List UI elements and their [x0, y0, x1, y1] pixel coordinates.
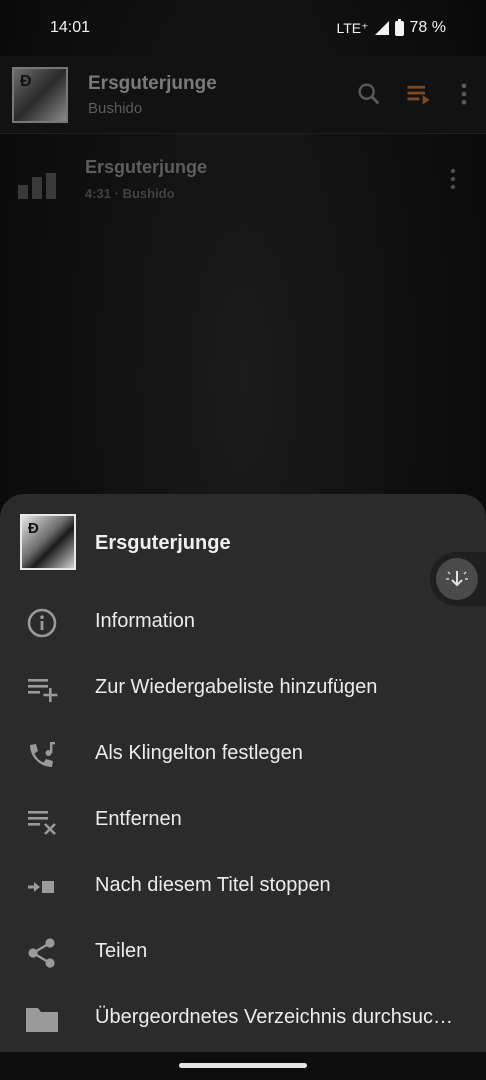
sheet-header: Ð Ersguterjunge [0, 494, 486, 590]
status-indicators: LTE⁺ 78 % [336, 18, 446, 37]
battery-percent: 78 % [409, 19, 446, 36]
menu-item-share[interactable]: Teilen [0, 920, 486, 986]
now-playing-equalizer-icon [18, 173, 56, 199]
toolbar-album-art[interactable]: Ð [12, 67, 68, 123]
menu-label-set-ringtone: Als Klingelton festlegen [95, 742, 303, 764]
share-icon [28, 938, 55, 968]
queue-icon[interactable] [404, 80, 432, 108]
network-label: LTE⁺ [336, 19, 369, 36]
menu-label-share: Teilen [95, 940, 148, 962]
song-meta: 4:31 · Bushido [85, 186, 175, 201]
search-icon[interactable] [355, 80, 383, 108]
song-list-item[interactable]: Ersguterjunge 4:31 · Bushido [0, 135, 486, 231]
sheet-album-art: Ð [20, 514, 76, 570]
menu-label-browse-folder: Übergeordnetes Verzeichnis durchsuc… [95, 1006, 453, 1028]
sheet-title: Ersguterjunge [95, 532, 231, 554]
toolbar-title: Ersguterjunge [88, 73, 217, 94]
ringtone-icon [30, 742, 55, 767]
menu-label-information: Information [95, 610, 196, 632]
folder-icon [26, 1008, 58, 1032]
song-more-icon[interactable] [443, 167, 463, 191]
menu-item-add-to-playlist[interactable]: Zur Wiedergabeliste hinzufügen [0, 656, 486, 722]
status-bar: 14:01 LTE⁺ 78 % [0, 0, 486, 56]
toolbar-artist: Bushido [88, 100, 143, 117]
menu-item-information[interactable]: Information [0, 590, 486, 656]
playlist-add-icon [28, 679, 58, 702]
menu-item-stop-after[interactable]: Nach diesem Titel stoppen [0, 854, 486, 920]
menu-label-stop-after: Nach diesem Titel stoppen [95, 874, 331, 896]
menu-item-browse-folder[interactable]: Übergeordnetes Verzeichnis durchsuc… [0, 986, 486, 1052]
more-vert-icon[interactable] [450, 80, 478, 108]
song-title: Ersguterjunge [85, 157, 208, 177]
playlist-remove-icon [28, 811, 56, 835]
system-navigation-bar [0, 1052, 486, 1080]
home-gesture-handle[interactable] [179, 1063, 307, 1068]
stop-after-icon [28, 881, 54, 893]
menu-item-remove[interactable]: Entfernen [0, 788, 486, 854]
song-options-bottom-sheet: Ð Ersguterjunge Information Zur Wiederga… [0, 494, 486, 1052]
edge-panel-handle[interactable] [430, 552, 486, 606]
status-time: 14:01 [50, 19, 91, 36]
signal-icon [374, 21, 389, 35]
download-icon [436, 558, 478, 600]
menu-label-remove: Entfernen [95, 808, 182, 830]
menu-label-add-to-playlist: Zur Wiedergabeliste hinzufügen [95, 676, 378, 698]
menu-item-set-ringtone[interactable]: Als Klingelton festlegen [0, 722, 486, 788]
battery-icon [394, 18, 404, 36]
now-playing-toolbar: Ð Ersguterjunge Bushido [0, 56, 486, 134]
info-icon [27, 608, 57, 638]
